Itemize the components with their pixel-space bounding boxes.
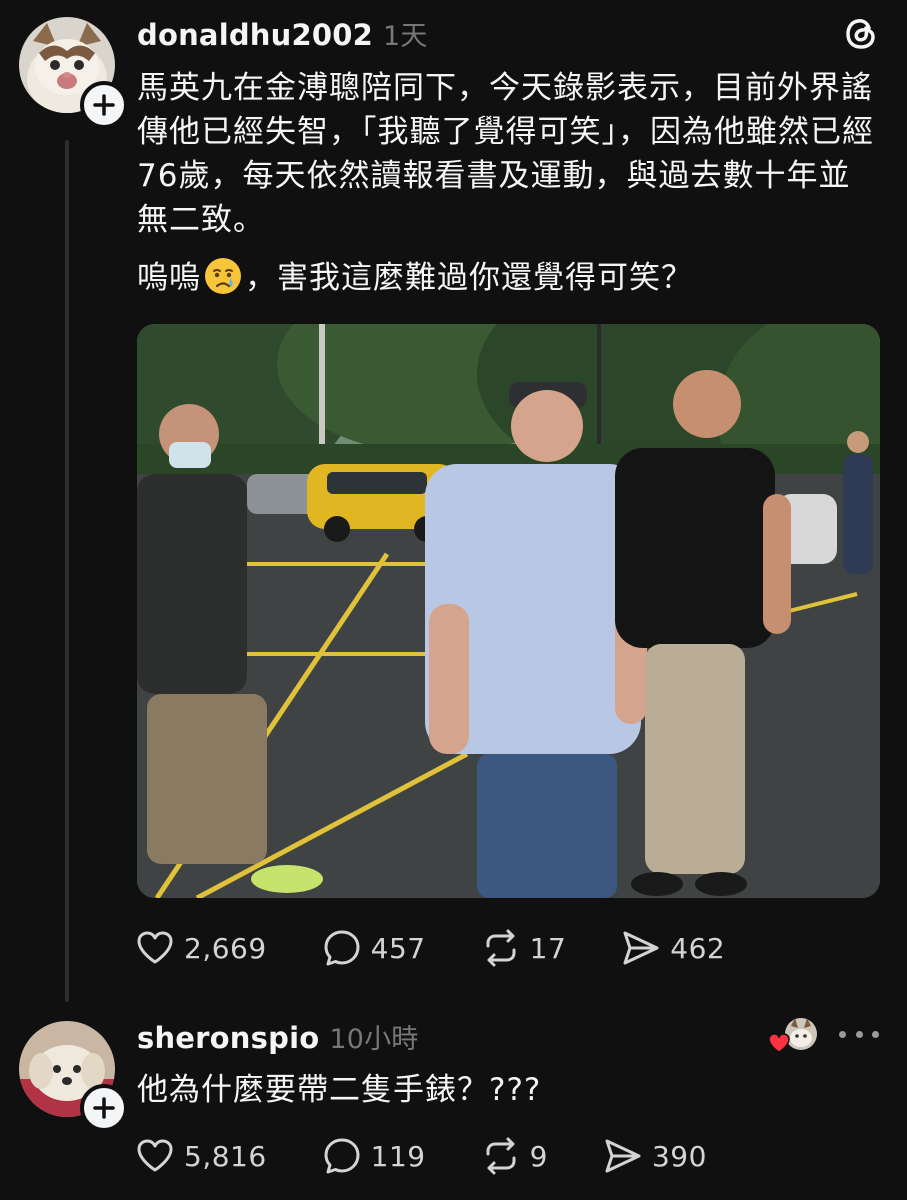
reply-share-button[interactable]: 390	[602, 1135, 707, 1177]
reply-like-button[interactable]: 5,816	[134, 1135, 267, 1177]
send-icon	[605, 1139, 641, 1173]
reply-body: 他為什麼要帶二隻手錶？???	[137, 1068, 882, 1112]
replier-name[interactable]: sheronspio	[137, 1021, 319, 1055]
more-dots-icon[interactable]	[839, 1022, 879, 1046]
plus-icon	[93, 1097, 115, 1119]
heart-icon	[137, 1139, 173, 1172]
reply-like-count: 5,816	[184, 1139, 267, 1173]
reply-author-username[interactable]: sheronspio 10小時	[137, 1017, 419, 1056]
reply-timestamp: 10小時	[329, 1024, 419, 1055]
reply-text: 他為什麼要帶二隻手錶？???	[137, 1072, 542, 1108]
reply-reply-count: 119	[370, 1139, 426, 1173]
reply-repost-count: 9	[529, 1139, 548, 1173]
reply-action-row: 5,816 119 9 390	[134, 1135, 761, 1177]
replier-follow-plus-button[interactable]	[80, 1084, 128, 1132]
comment-bubble-icon	[324, 1138, 360, 1174]
reply-reply-button[interactable]: 119	[321, 1135, 426, 1177]
reply-post: sheronspio 10小時 他為什麼要帶二隻手錶？??? 5,816 119…	[0, 0, 907, 1200]
reply-repost-button[interactable]: 9	[480, 1135, 548, 1177]
repost-arrows-icon	[486, 1137, 516, 1175]
reply-share-count: 390	[651, 1139, 707, 1173]
author-liked-indicator	[767, 1016, 819, 1056]
